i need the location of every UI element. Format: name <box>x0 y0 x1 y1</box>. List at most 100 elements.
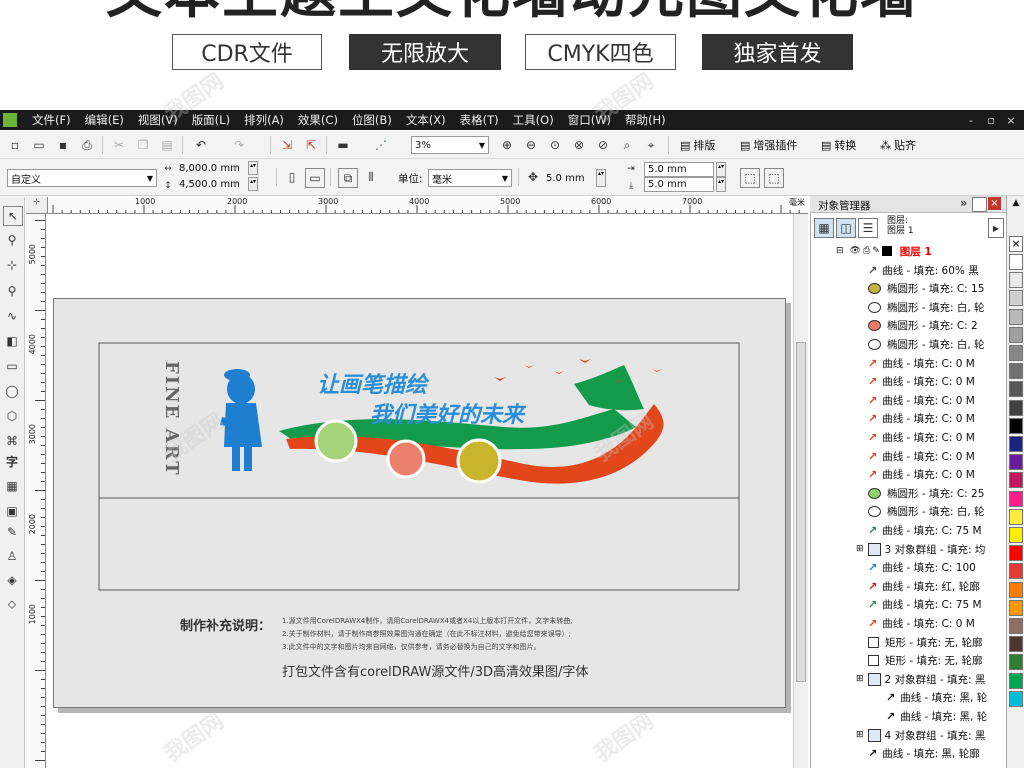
plugin-snap[interactable]: ⁂ 贴齐 <box>880 137 916 153</box>
object-row[interactable]: 椭圆形 - 填充: 白, 轮 <box>868 298 985 316</box>
color-swatch[interactable] <box>1009 381 1023 398</box>
expand-icon[interactable]: ⊞ <box>856 674 864 684</box>
object-row[interactable]: ↗ 曲线 - 填充: 黑, 轮廓 <box>868 745 980 763</box>
basic-shapes-tool-icon[interactable]: ⌘ <box>3 432 21 450</box>
color-swatch[interactable] <box>1009 563 1023 580</box>
object-row[interactable]: 矩形 - 填充: 无, 轮廓 <box>868 652 983 670</box>
menu-edit[interactable]: 编辑(E) <box>78 112 131 128</box>
menu-arrange[interactable]: 排列(A) <box>237 112 291 128</box>
object-row[interactable]: ⊞ 4 对象群组 - 填充: 黑 <box>856 726 985 744</box>
color-swatch[interactable] <box>1009 254 1023 270</box>
object-row[interactable]: ⊞ 2 对象群组 - 填充: 黑 <box>856 670 985 688</box>
zoom-selected-icon[interactable]: ⊙ <box>546 136 564 154</box>
minimize-button[interactable]: - <box>964 114 978 127</box>
width-spinner[interactable]: ▴▾ <box>248 161 258 175</box>
color-swatch[interactable] <box>1009 618 1023 634</box>
duplicate-y-field[interactable]: 5.0 mm <box>644 177 714 192</box>
new-document-icon[interactable]: ▫ <box>6 136 24 154</box>
no-color-swatch[interactable]: ⨯ <box>1009 236 1023 252</box>
object-row[interactable]: ↗ 曲线 - 填充: 黑, 轮 <box>886 707 987 725</box>
edit-across-layers-icon[interactable]: ◫ <box>836 218 856 238</box>
document-page[interactable]: FINE ART 让画笔描绘 我们美好的未来 制作补充说明： 1.源文件用Cor… <box>53 298 786 708</box>
object-row[interactable]: ↗ 曲线 - 填充: C: 0 M <box>868 447 975 465</box>
dup-y-spinner[interactable]: ▴▾ <box>716 177 726 192</box>
save-icon[interactable]: ▪ <box>54 136 72 154</box>
color-swatch[interactable] <box>1009 290 1023 307</box>
page-height-field[interactable]: 4,500.0 mm <box>176 177 244 192</box>
docker-minimize-icon[interactable] <box>972 197 987 212</box>
text-tool-icon[interactable]: 字 <box>3 452 21 470</box>
color-swatch[interactable] <box>1009 581 1023 598</box>
restore-button[interactable]: ▫ <box>984 114 998 127</box>
object-row[interactable]: 椭圆形 - 填充: 白, 轮 <box>868 335 985 353</box>
object-row[interactable]: 椭圆形 - 填充: C: 15 <box>868 280 984 298</box>
portrait-icon[interactable]: ▯ <box>283 168 301 186</box>
zoom-out-icon[interactable]: ⊖ <box>522 136 540 154</box>
ellipse-tool-icon[interactable]: ◯ <box>3 382 21 400</box>
object-row[interactable]: ↗ 曲线 - 填充: C: 0 M <box>868 614 975 632</box>
zoom-select[interactable]: 3% ▼ <box>411 136 489 154</box>
menu-file[interactable]: 文件(F) <box>25 112 78 128</box>
paste-icon[interactable]: ▤ <box>158 136 176 154</box>
object-row[interactable]: ↗ 曲线 - 填充: C: 0 M <box>868 354 975 372</box>
color-swatch[interactable] <box>1009 417 1023 434</box>
landscape-icon[interactable]: ▭ <box>305 168 325 188</box>
color-swatch[interactable] <box>1009 672 1023 689</box>
interactive-fill-tool-icon[interactable]: ⬦ <box>3 595 21 613</box>
print-icon[interactable]: ⎙ <box>863 246 870 256</box>
page-width-field[interactable]: 8,000.0 mm <box>176 161 244 176</box>
rectangle-tool-icon[interactable]: ▭ <box>3 357 21 375</box>
object-row[interactable]: ↗ 曲线 - 填充: C: 0 M <box>868 391 975 409</box>
treat-as-filled-icon[interactable]: ⬚ <box>740 168 760 188</box>
color-swatch[interactable] <box>1009 436 1023 452</box>
copy-icon[interactable]: ❐ <box>134 136 152 154</box>
outline-tool-icon[interactable]: ♙ <box>3 547 21 565</box>
object-row[interactable]: 椭圆形 - 填充: C: 2 <box>868 317 978 335</box>
color-swatch[interactable] <box>1009 508 1023 525</box>
menu-help[interactable]: 帮助(H) <box>618 112 673 128</box>
scrollbar-thumb[interactable] <box>796 342 806 682</box>
color-swatch[interactable] <box>1009 326 1023 343</box>
horizontal-ruler[interactable]: 1000 2000 3000 4000 5000 6000 7000 毫米 <box>48 197 808 214</box>
object-row[interactable]: ↗ 曲线 - 填充: C: 100 <box>868 559 976 577</box>
menu-effects[interactable]: 效果(C) <box>291 112 345 128</box>
eye-icon[interactable]: 👁 <box>850 246 861 256</box>
cut-icon[interactable]: ✂ <box>110 136 128 154</box>
pick-tool-icon[interactable]: ↖ <box>3 206 23 226</box>
height-spinner[interactable]: ▴▾ <box>248 177 258 191</box>
docker-menu-arrow-icon[interactable]: ▶ <box>988 218 1004 238</box>
dup-x-spinner[interactable]: ▴▾ <box>716 162 726 177</box>
object-row[interactable]: ↗ 曲线 - 填充: C: 75 M <box>868 596 982 614</box>
zoom-all-icon[interactable]: ⊗ <box>570 136 588 154</box>
export-icon[interactable]: ⇱ <box>302 136 320 154</box>
shape-tool-icon[interactable]: ⚲ <box>3 231 21 249</box>
color-swatch[interactable] <box>1009 454 1023 471</box>
fill-tool-icon[interactable]: ◈ <box>3 571 21 589</box>
object-row[interactable]: 椭圆形 - 填充: 白, 轮 <box>868 503 985 521</box>
duplicate-x-field[interactable]: 5.0 mm <box>644 162 714 177</box>
nudge-spinner[interactable]: ▴▾ <box>596 169 606 187</box>
publish-icon[interactable]: ▬ <box>334 136 352 154</box>
plugin-enhance[interactable]: ▤ 增强插件 <box>740 137 797 153</box>
color-swatch[interactable] <box>1009 345 1023 361</box>
menu-layout[interactable]: 版面(L) <box>185 112 237 128</box>
color-swatch[interactable] <box>1009 654 1023 671</box>
zoom-page-icon[interactable]: ⊘ <box>594 136 612 154</box>
color-swatch[interactable] <box>1009 545 1023 562</box>
polygon-tool-icon[interactable]: ⬡ <box>3 407 21 425</box>
menu-view[interactable]: 视图(V) <box>131 112 185 128</box>
eyedropper-tool-icon[interactable]: ✎ <box>3 523 21 541</box>
plugin-layout[interactable]: ▤ 排版 <box>680 137 715 153</box>
snap-objects-icon[interactable]: ⬚ <box>764 168 784 188</box>
application-launcher-icon[interactable]: ⋰ <box>372 136 390 154</box>
menu-bitmaps[interactable]: 位图(B) <box>345 112 399 128</box>
menu-tools[interactable]: 工具(O) <box>506 112 561 128</box>
color-swatch[interactable] <box>1009 690 1023 707</box>
layer-row[interactable]: ⊟ 👁 ⎙ ✎ 图层 1 <box>836 242 932 260</box>
object-row[interactable]: ↗ 曲线 - 填充: 60% 黑 <box>868 261 979 279</box>
zoom-tool-icon[interactable]: ⚲ <box>3 282 21 300</box>
color-swatch[interactable] <box>1009 363 1023 380</box>
menu-text[interactable]: 文本(X) <box>399 112 453 128</box>
zoom-width-icon[interactable]: ⌕ <box>618 136 636 154</box>
vertical-ruler[interactable]: 5000 4000 3000 2000 1000 <box>26 214 46 768</box>
